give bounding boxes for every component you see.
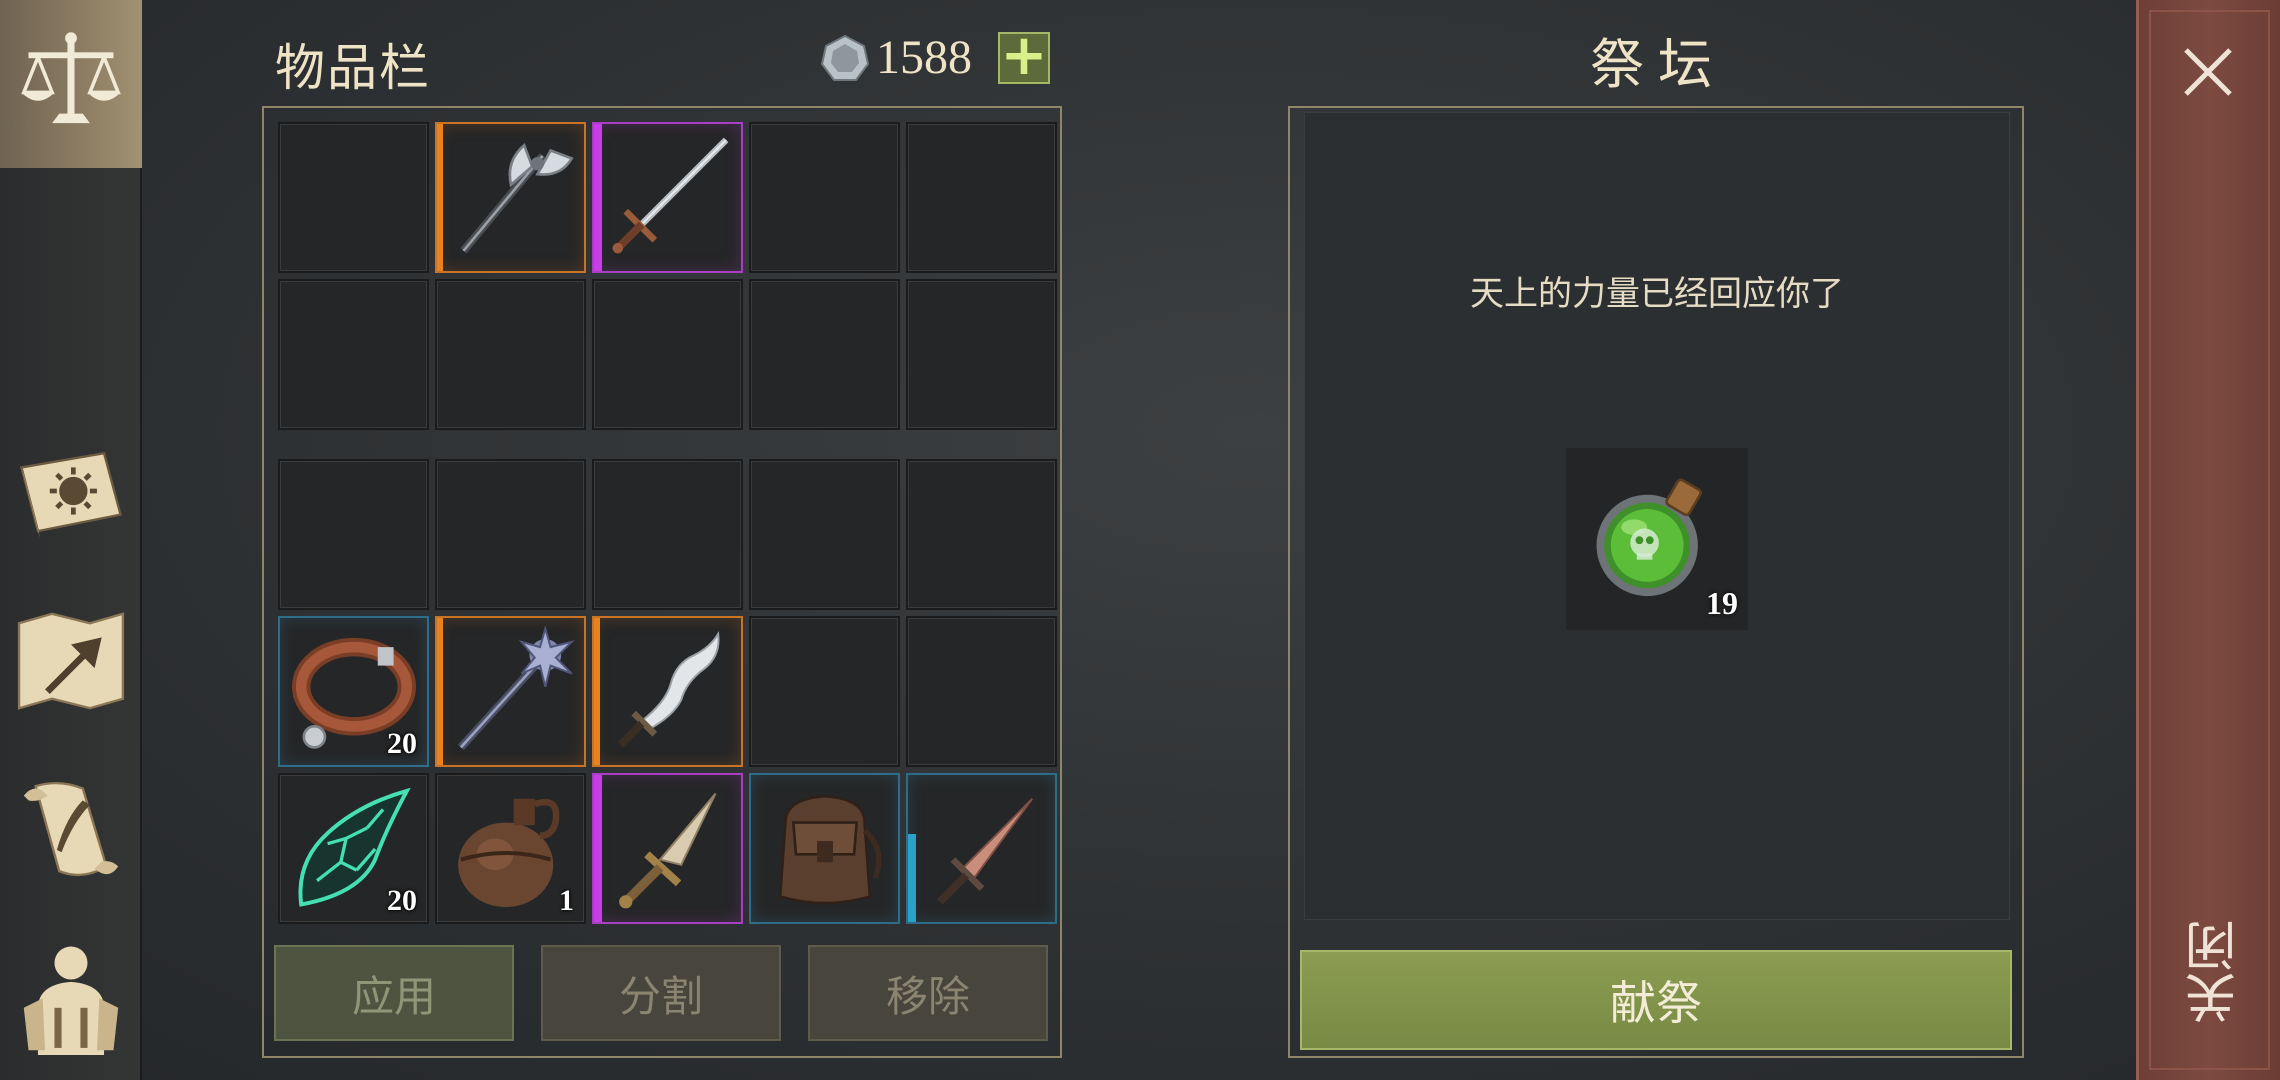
longsword-icon (612, 137, 729, 254)
close-icon[interactable] (2180, 44, 2236, 100)
scroll-quill-icon (23, 781, 119, 877)
inventory-slot[interactable] (435, 616, 586, 767)
split-button[interactable]: 分割 (541, 945, 781, 1041)
inventory-slot[interactable] (592, 459, 743, 610)
inventory-slot[interactable] (749, 122, 900, 273)
item-quantity: 1 (559, 884, 574, 917)
altar-offering-slot[interactable]: 19 (1566, 448, 1748, 630)
inventory-slot[interactable] (749, 279, 900, 430)
altar-message: 天上的力量已经回应你了 (1470, 274, 1844, 314)
inventory-slot[interactable] (435, 122, 586, 273)
sidebar-item-journal[interactable] (10, 430, 132, 552)
inventory-slot[interactable] (749, 616, 900, 767)
scales-icon (21, 32, 121, 124)
inventory-slot[interactable] (906, 122, 1057, 273)
add-currency-button[interactable]: + (998, 28, 1050, 84)
backpack-icon (778, 794, 882, 905)
inventory-slot[interactable] (435, 459, 586, 610)
inventory-slot[interactable] (278, 459, 429, 610)
inventory-slot[interactable] (749, 773, 900, 924)
close-panel[interactable] (2136, 0, 2280, 1080)
plus-icon: + (1000, 23, 1048, 88)
silver-coin-icon (820, 34, 870, 81)
inventory-slot[interactable] (592, 616, 743, 767)
use-button[interactable]: 应用 (274, 945, 514, 1041)
inventory-slot[interactable] (592, 279, 743, 430)
poison-potion-icon (1596, 478, 1702, 597)
inventory-slot[interactable]: 20 (278, 773, 429, 924)
item-quantity: 20 (387, 884, 417, 917)
durability-bar (908, 833, 916, 922)
close-panel-border (2149, 10, 2270, 1070)
sidebar-item-map[interactable] (10, 600, 132, 722)
clay-flask-icon (458, 798, 560, 908)
inventory-slot[interactable] (278, 122, 429, 273)
copper-dagger-icon (936, 798, 1033, 905)
inventory-slot[interactable] (592, 773, 743, 924)
currency-amount: 1588 (876, 31, 972, 84)
equipment-grid (278, 122, 1057, 430)
item-quantity: 19 (1706, 585, 1738, 621)
remove-button[interactable]: 移除 (808, 945, 1048, 1041)
sidebar-item-character[interactable] (10, 935, 132, 1057)
bronze-dagger-icon (619, 792, 717, 909)
offer-button[interactable]: 献祭 (1300, 950, 2012, 1050)
inventory-slot[interactable] (278, 279, 429, 430)
sidebar (0, 0, 142, 1080)
character-equipment-icon (23, 946, 119, 1055)
inventory-slot[interactable] (749, 459, 900, 610)
map-arrow-icon (17, 612, 125, 710)
inventory-slot[interactable] (906, 459, 1057, 610)
sidebar-item-trade[interactable] (10, 22, 132, 144)
wavy-dagger-icon (617, 630, 720, 748)
bag-grid: 20 20 1 (278, 459, 1057, 924)
inventory-slot[interactable]: 1 (435, 773, 586, 924)
close-label[interactable]: 关闭 (2178, 920, 2246, 1024)
inventory-slot[interactable] (592, 122, 743, 273)
inventory-title: 物品栏 (275, 39, 431, 97)
altar-title: 祭坛 (1590, 33, 1726, 96)
inventory-slot[interactable] (906, 279, 1057, 430)
inventory-slot[interactable]: 20 (278, 616, 429, 767)
inventory-slot[interactable] (435, 279, 586, 430)
sidebar-item-quests[interactable] (10, 770, 132, 892)
item-quantity: 20 (387, 727, 417, 760)
ornate-mace-icon (457, 626, 575, 751)
inventory-slot[interactable] (906, 616, 1057, 767)
battle-axe-icon (460, 142, 574, 254)
inventory-slot[interactable] (906, 773, 1057, 924)
sun-book-icon (19, 451, 123, 539)
